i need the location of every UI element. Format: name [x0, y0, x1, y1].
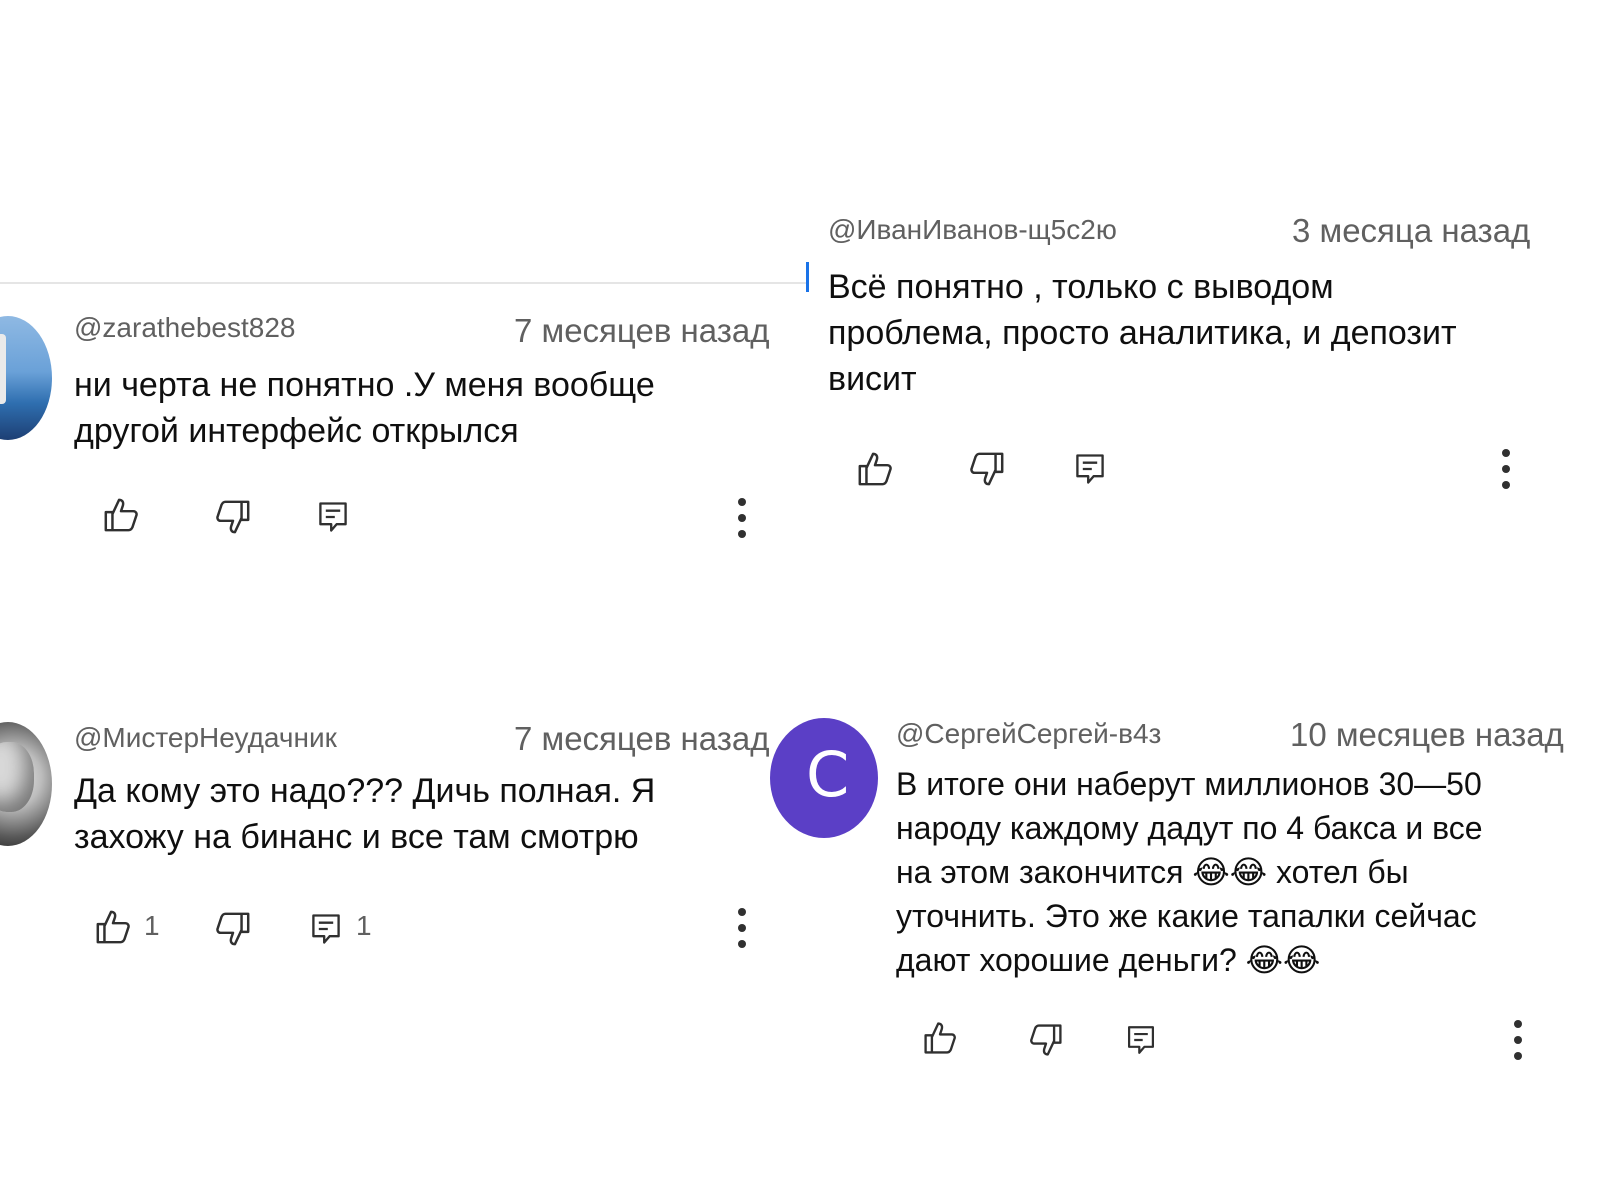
comment-timestamp[interactable]: 3 месяца назад [1292, 212, 1530, 250]
top-divider [0, 282, 808, 284]
reply-icon[interactable] [308, 910, 344, 948]
more-vert-icon[interactable] [736, 496, 748, 540]
more-vert-icon[interactable] [736, 906, 748, 950]
reply-icon[interactable] [315, 498, 351, 536]
comment-text: ни черта не понятно .У меня вообще друго… [74, 362, 655, 454]
more-vert-icon[interactable] [1500, 447, 1512, 491]
comment-username[interactable]: @МистерНеудачник [74, 722, 337, 754]
thumbs-up-icon[interactable] [856, 450, 894, 488]
reply-icon[interactable] [1124, 1022, 1158, 1058]
thumbs-down-icon[interactable] [1028, 1022, 1064, 1058]
comment-text-line: захожу на бинанс и все там смотрю [74, 818, 639, 856]
avatar-letter: С [806, 738, 850, 811]
comment-timestamp[interactable]: 10 месяцев назад [1290, 716, 1564, 754]
comment-text-line: висит [828, 360, 917, 398]
comment-text-line: уточнить. Это же какие тапалки сейчас [896, 898, 1477, 934]
thumbs-down-icon[interactable] [968, 450, 1006, 488]
reply-icon[interactable] [1072, 450, 1108, 488]
avatar[interactable] [0, 316, 52, 440]
comment-text-line: В итоге они наберут миллионов 30—50 [896, 766, 1482, 802]
comment-text-line: на этом закончится 😂😂 хотел бы [896, 854, 1409, 890]
thumbs-down-icon[interactable] [214, 498, 252, 536]
thumbs-up-icon[interactable] [102, 496, 140, 534]
comment-timestamp[interactable]: 7 месяцев назад [514, 720, 769, 758]
scroll-indicator [806, 262, 809, 292]
like-count: 1 [144, 910, 160, 941]
comment-text: Всё понятно , только с выводом проблема,… [828, 264, 1457, 402]
comment-text-line: Всё понятно , только с выводом [828, 268, 1334, 306]
comment-username[interactable]: @zarathebest828 [74, 312, 295, 344]
comment-text-line: Да кому это надо??? Дичь полная. Я [74, 772, 656, 810]
thumbs-up-icon[interactable] [922, 1020, 958, 1056]
comment-text-line: народу каждому дадут по 4 бакса и все [896, 810, 1483, 846]
comment-text: В итоге они наберут миллионов 30—50 наро… [896, 762, 1483, 982]
comment-timestamp[interactable]: 7 месяцев назад [514, 312, 769, 350]
comment-text-line: проблема, просто аналитика, и депозит [828, 314, 1457, 352]
reply-count[interactable]: 1 [356, 910, 372, 942]
thumbs-down-icon[interactable] [214, 910, 252, 948]
comment-username[interactable]: @СергейСергей-в4з [896, 718, 1161, 750]
comment-text-line: другой интерфейс открылся [74, 412, 519, 450]
comment-text-line: ни черта не понятно .У меня вообще [74, 366, 655, 404]
comment-text: Да кому это надо??? Дичь полная. Я захож… [74, 768, 655, 860]
comment-username[interactable]: @ИванИванов-щ5с2ю [828, 214, 1117, 246]
avatar[interactable] [0, 722, 52, 846]
thumbs-up-icon[interactable] [94, 908, 132, 946]
more-vert-icon[interactable] [1512, 1018, 1524, 1062]
comment-text-line: дают хорошие деньги? 😂😂 [896, 942, 1321, 978]
avatar[interactable]: С [770, 718, 878, 838]
